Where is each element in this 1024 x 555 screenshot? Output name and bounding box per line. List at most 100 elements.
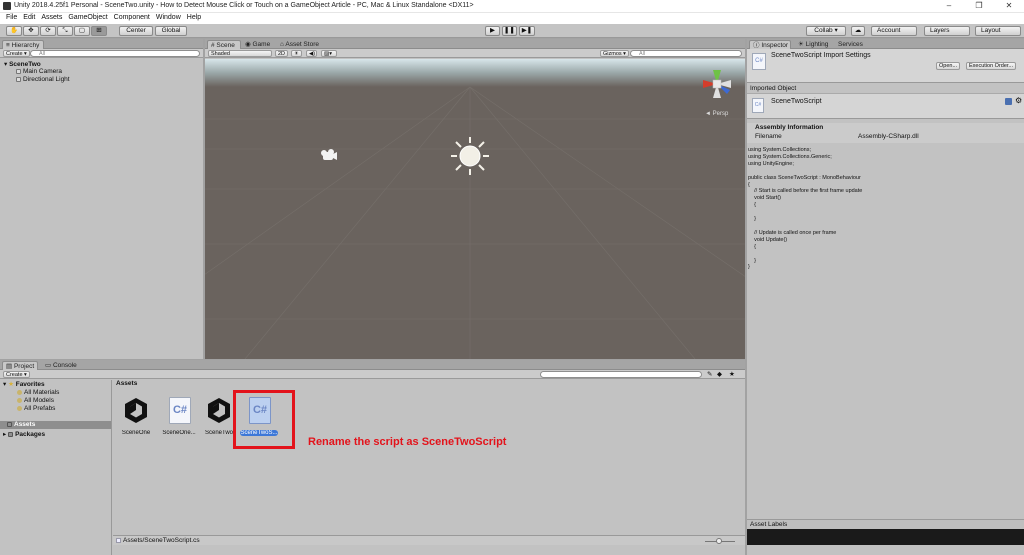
- rotate-tool-icon[interactable]: ⟳: [40, 26, 56, 36]
- project-panel: ▤ Project ▭ Console Create ▾ ✎ ◆ ★ ▾ ★ F…: [0, 360, 745, 555]
- csharp-script-icon: C#: [752, 53, 766, 70]
- code-line: }: [748, 257, 756, 264]
- settings-gear-icon[interactable]: ⚙: [1015, 96, 1022, 105]
- project-footer: Assets/SceneTwoScript.cs: [113, 535, 745, 545]
- csharp-script-icon: C#: [752, 98, 764, 113]
- favorites-item[interactable]: ▾ ★ Favorites: [3, 380, 45, 388]
- move-tool-icon[interactable]: ✥: [23, 26, 39, 36]
- hand-tool-icon[interactable]: ✋: [6, 26, 22, 36]
- project-create-button[interactable]: Create ▾: [3, 371, 30, 378]
- scene-root-item[interactable]: ▾ SceneTwo: [4, 60, 41, 68]
- cloud-icon[interactable]: ☁: [851, 26, 865, 36]
- code-line: using UnityEngine;: [748, 160, 794, 167]
- persp-label[interactable]: ◄ Persp: [705, 111, 729, 117]
- effects-toggle-icon[interactable]: ▨▾: [321, 50, 337, 57]
- transform-tool-icon[interactable]: ⊞: [91, 26, 107, 36]
- gizmos-dropdown[interactable]: Gizmos ▾: [600, 50, 629, 57]
- menu-file[interactable]: File: [6, 13, 17, 23]
- scene-search-input[interactable]: All: [630, 50, 742, 57]
- open-button[interactable]: Open...: [936, 62, 961, 70]
- csharp-script-icon[interactable]: C#: [169, 397, 191, 424]
- lighting-toggle-icon[interactable]: ☀: [291, 50, 302, 57]
- help-icon[interactable]: [1005, 98, 1012, 105]
- directional-light-icon[interactable]: [451, 137, 489, 175]
- execution-order-button[interactable]: Execution Order...: [966, 62, 1017, 70]
- code-line: using System.Collections;: [748, 147, 811, 153]
- script-preview: using System.Collections; using System.Co…: [747, 147, 1024, 273]
- csharp-script-icon[interactable]: C#: [249, 397, 271, 424]
- folder-icon: [8, 431, 14, 437]
- asset-labels-bar: Asset Labels: [747, 519, 1024, 529]
- favorite-all-materials[interactable]: All Materials: [17, 389, 59, 396]
- assembly-info-header: Assembly Information: [755, 124, 824, 131]
- tab-console[interactable]: ▭ Console: [42, 361, 80, 370]
- code-line: // Start is called before the first fram…: [748, 188, 863, 195]
- pause-button[interactable]: ❚❚: [502, 26, 517, 36]
- shading-dropdown[interactable]: Shaded: [208, 50, 272, 57]
- filter-by-label-icon[interactable]: ◆: [717, 370, 722, 378]
- unity-scene-icon[interactable]: [121, 395, 151, 425]
- hierarchy-create-button[interactable]: Create ▾: [3, 50, 30, 57]
- imported-object-label: Imported Object: [750, 85, 797, 92]
- favorite-all-models[interactable]: All Models: [17, 397, 54, 404]
- space-toggle[interactable]: Global: [155, 26, 187, 36]
- scale-tool-icon[interactable]: ⤡: [57, 26, 73, 36]
- project-tabbar: ▤ Project ▭ Console: [0, 360, 745, 370]
- favorite-star-icon[interactable]: ★: [729, 370, 735, 378]
- inspector-tabbar: ⓘ Inspector ☀ Lighting Services: [747, 39, 1024, 49]
- packages-folder[interactable]: ▸ Packages: [3, 430, 45, 438]
- hierarchy-subbar: Create ▾ All: [0, 49, 203, 58]
- audio-toggle-icon[interactable]: ◀): [306, 50, 317, 57]
- project-asset-grid: Assets SceneOne C# SceneOne... SceneTwo …: [113, 380, 745, 535]
- layout-dropdown[interactable]: Layout: [975, 26, 1021, 36]
- asset-rename-field[interactable]: SceneTwoS...: [240, 430, 278, 436]
- asset-label-sceneone-script[interactable]: SceneOne...: [159, 430, 199, 436]
- tab-game[interactable]: ◉ Game: [242, 40, 273, 49]
- mode-2d-toggle[interactable]: 2D: [275, 50, 289, 57]
- tab-lighting[interactable]: ☀ Lighting: [795, 40, 831, 49]
- scene-tabbar: # Scene ◉ Game ⌂ Asset Store: [205, 39, 745, 49]
- hierarchy-item-directional-light[interactable]: Directional Light: [16, 76, 70, 83]
- tab-asset-store[interactable]: ⌂ Asset Store: [277, 40, 322, 49]
- maximize-button[interactable]: ❐: [964, 0, 994, 13]
- annotation-text: Rename the script as SceneTwoScript: [308, 436, 507, 448]
- hierarchy-panel: ≡ Hierarchy Create ▾ All ▾ SceneTwo Main…: [0, 39, 203, 359]
- tab-project[interactable]: ▤ Project: [2, 361, 38, 370]
- project-subbar: Create ▾ ✎ ◆ ★: [0, 370, 745, 379]
- script-code: using System.Collections; using System.Co…: [748, 147, 1022, 271]
- menu-component[interactable]: Component: [114, 13, 150, 23]
- favorite-all-prefabs[interactable]: All Prefabs: [17, 405, 55, 412]
- close-button[interactable]: ✕: [994, 0, 1024, 13]
- menu-help[interactable]: Help: [187, 13, 201, 23]
- filter-by-type-icon[interactable]: ✎: [707, 370, 712, 378]
- step-button[interactable]: ▶❚: [519, 26, 535, 36]
- code-line: public class SceneTwoScript : MonoBehavi…: [748, 174, 861, 181]
- tab-inspector[interactable]: ⓘ Inspector: [749, 40, 791, 49]
- menu-edit[interactable]: Edit: [23, 13, 35, 23]
- code-line: {: [748, 202, 756, 209]
- unity-scene-icon[interactable]: [204, 395, 234, 425]
- minimize-button[interactable]: –: [934, 0, 964, 13]
- tab-scene[interactable]: # Scene: [207, 40, 241, 49]
- inspector-header: C# SceneTwoScript Import Settings Open..…: [747, 49, 1024, 83]
- asset-label-sceneone[interactable]: SceneOne: [116, 430, 156, 436]
- scene-viewport[interactable]: ◄ Persp: [205, 59, 745, 359]
- menu-gameobject[interactable]: GameObject: [68, 13, 107, 23]
- collab-button[interactable]: Collab ▾: [806, 26, 846, 36]
- tab-services[interactable]: Services: [835, 40, 866, 49]
- project-search-input[interactable]: [540, 371, 702, 378]
- hierarchy-item-main-camera[interactable]: Main Camera: [16, 68, 62, 75]
- tab-hierarchy[interactable]: ≡ Hierarchy: [2, 40, 44, 49]
- hierarchy-search-input[interactable]: All: [30, 50, 200, 57]
- pivot-toggle[interactable]: Center: [119, 26, 153, 36]
- play-button[interactable]: ▶: [485, 26, 500, 36]
- code-line: }: [748, 216, 756, 223]
- menu-window[interactable]: Window: [156, 13, 181, 23]
- assets-folder-selected[interactable]: Assets: [0, 421, 111, 429]
- rect-tool-icon[interactable]: ▢: [74, 26, 90, 36]
- layers-dropdown[interactable]: Layers: [924, 26, 970, 36]
- icon-size-slider-handle[interactable]: [716, 538, 722, 544]
- account-dropdown[interactable]: Account: [871, 26, 917, 36]
- menu-assets[interactable]: Assets: [41, 13, 62, 23]
